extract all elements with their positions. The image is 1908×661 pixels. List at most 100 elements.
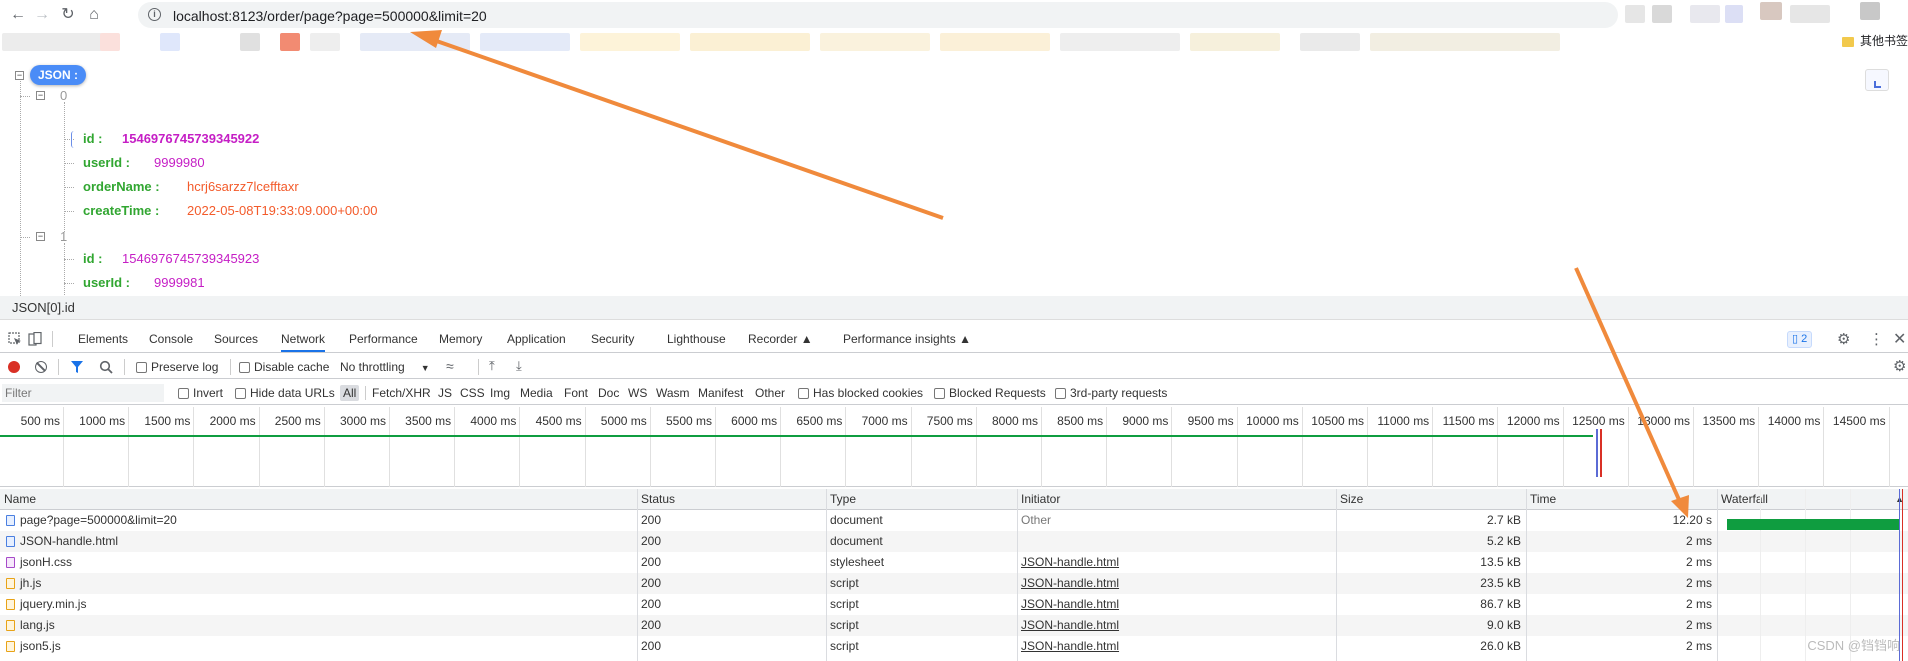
type-filter-manifest[interactable]: Manifest bbox=[698, 386, 743, 400]
bookmark-item[interactable] bbox=[1060, 33, 1180, 51]
invert-checkbox[interactable]: Invert bbox=[178, 386, 223, 400]
checkbox[interactable] bbox=[235, 388, 246, 399]
checkbox[interactable] bbox=[178, 388, 189, 399]
request-name-cell[interactable]: JSON-handle.html bbox=[6, 531, 634, 552]
network-conditions-icon[interactable]: ≈ bbox=[446, 358, 454, 374]
collapse-toggle-icon[interactable]: − bbox=[36, 91, 45, 100]
extension-icon[interactable] bbox=[1725, 5, 1743, 23]
json-value-id[interactable]: 1546976745739345923 bbox=[122, 251, 259, 266]
extension-icon[interactable] bbox=[1760, 2, 1782, 20]
column-header-time[interactable]: Time bbox=[1526, 489, 1717, 510]
request-initiator-cell[interactable]: JSON-handle.html bbox=[1021, 594, 1321, 615]
extension-icon[interactable] bbox=[1790, 5, 1830, 23]
request-name-cell[interactable]: jsonH.css bbox=[6, 552, 634, 573]
column-header-initiator[interactable]: Initiator bbox=[1017, 489, 1336, 510]
request-initiator-cell[interactable]: JSON-handle.html bbox=[1021, 636, 1321, 657]
profile-avatar[interactable] bbox=[1860, 2, 1880, 20]
bookmark-item[interactable] bbox=[940, 33, 1050, 51]
other-bookmarks[interactable]: 其他书签 bbox=[1841, 32, 1908, 50]
filter-input[interactable] bbox=[2, 384, 164, 402]
json-value-createtime[interactable]: 2022-05-08T19:33:09.000+00:00 bbox=[187, 203, 377, 218]
tab-performance[interactable]: Performance bbox=[349, 332, 418, 346]
bookmark-item[interactable] bbox=[100, 33, 120, 51]
json-value-id[interactable]: 1546976745739345922 bbox=[122, 131, 259, 146]
issues-badge[interactable]: ▯ 2 bbox=[1787, 331, 1813, 348]
inspect-element-icon[interactable] bbox=[8, 332, 22, 346]
back-icon[interactable]: ← bbox=[6, 3, 30, 27]
tab-recorder[interactable]: Recorder ▲ bbox=[748, 332, 813, 346]
preserve-log-checkbox[interactable]: Preserve log bbox=[136, 360, 218, 374]
site-info-icon[interactable]: i bbox=[148, 8, 161, 21]
tab-memory[interactable]: Memory bbox=[439, 332, 482, 346]
request-name-cell[interactable]: jh.js bbox=[6, 573, 634, 594]
request-name-cell[interactable]: jquery.min.js bbox=[6, 594, 634, 615]
record-icon[interactable] bbox=[8, 361, 20, 373]
request-name-cell[interactable]: json5.js bbox=[6, 636, 634, 657]
throttling-select[interactable]: No throttling ▼ bbox=[340, 360, 430, 374]
type-filter-wasm[interactable]: Wasm bbox=[656, 386, 690, 400]
type-filter-js[interactable]: JS bbox=[438, 386, 452, 400]
request-initiator-cell[interactable]: JSON-handle.html bbox=[1021, 615, 1321, 636]
filter-icon[interactable] bbox=[70, 360, 84, 374]
type-filter-fetch-xhr[interactable]: Fetch/XHR bbox=[372, 386, 431, 400]
column-header-waterfall[interactable]: Waterfall ▲ bbox=[1717, 489, 1908, 510]
bookmark-item[interactable] bbox=[160, 33, 180, 51]
type-filter-doc[interactable]: Doc bbox=[598, 386, 619, 400]
bookmark-item[interactable] bbox=[280, 33, 300, 51]
tab-security[interactable]: Security bbox=[591, 332, 634, 346]
settings-gear-icon[interactable]: ⚙ bbox=[1837, 330, 1850, 348]
blocked-requests-checkbox[interactable]: Blocked Requests bbox=[934, 386, 1046, 400]
checkbox[interactable] bbox=[1055, 388, 1066, 399]
scroll-to-icon[interactable] bbox=[1865, 69, 1889, 91]
json-root-label[interactable]: JSON : bbox=[30, 65, 87, 85]
network-overview-timeline[interactable]: 500 ms 1000 ms 1500 ms 2000 ms 2500 ms 3000 m… bbox=[0, 407, 1908, 487]
clear-icon[interactable] bbox=[35, 361, 47, 373]
home-icon[interactable]: ⌂ bbox=[82, 3, 106, 27]
bookmark-item[interactable] bbox=[1190, 33, 1280, 51]
request-name-cell[interactable]: page?page=500000&limit=20 bbox=[6, 510, 634, 531]
bookmark-item[interactable] bbox=[820, 33, 930, 51]
tab-sources[interactable]: Sources bbox=[214, 332, 258, 346]
bookmark-item[interactable] bbox=[1300, 33, 1360, 51]
column-header-type[interactable]: Type bbox=[826, 489, 1017, 510]
type-filter-css[interactable]: CSS bbox=[460, 386, 485, 400]
column-header-status[interactable]: Status bbox=[637, 489, 826, 510]
import-har-icon[interactable]: ⤒ bbox=[489, 358, 495, 374]
third-party-requests-checkbox[interactable]: 3rd-party requests bbox=[1055, 386, 1167, 400]
hide-data-urls-checkbox[interactable]: Hide data URLs bbox=[235, 386, 335, 400]
json-value-userid[interactable]: 9999980 bbox=[154, 155, 205, 170]
disable-cache-checkbox[interactable]: Disable cache bbox=[239, 360, 329, 374]
checkbox[interactable] bbox=[136, 362, 147, 373]
bookmark-item[interactable] bbox=[480, 33, 570, 51]
close-devtools-icon[interactable]: ✕ bbox=[1893, 329, 1906, 349]
request-initiator-cell[interactable]: JSON-handle.html bbox=[1021, 552, 1321, 573]
request-row[interactable]: jsonH.css 200 stylesheet JSON-handle.html 13… bbox=[0, 552, 1908, 573]
waterfall-bar[interactable] bbox=[1727, 519, 1899, 530]
type-filter-ws[interactable]: WS bbox=[628, 386, 647, 400]
tab-elements[interactable]: Elements bbox=[78, 332, 128, 346]
bookmark-item[interactable] bbox=[690, 33, 810, 51]
extension-icon[interactable] bbox=[1625, 5, 1645, 23]
request-row[interactable]: page?page=500000&limit=20 200 document Othe… bbox=[0, 510, 1908, 531]
request-name-cell[interactable]: lang.js bbox=[6, 615, 634, 636]
type-filter-media[interactable]: Media bbox=[520, 386, 553, 400]
address-bar[interactable]: i localhost:8123/order/page?page=500000&… bbox=[138, 2, 1618, 28]
checkbox[interactable] bbox=[798, 388, 809, 399]
has-blocked-cookies-checkbox[interactable]: Has blocked cookies bbox=[798, 386, 923, 400]
json-value-ordername[interactable]: hcrj6sarzz7lcefftaxr bbox=[187, 179, 299, 194]
request-row[interactable]: jquery.min.js 200 script JSON-handle.html 86… bbox=[0, 594, 1908, 615]
column-header-size[interactable]: Size bbox=[1336, 489, 1526, 510]
collapse-toggle-icon[interactable]: − bbox=[36, 232, 45, 241]
bookmark-item[interactable] bbox=[310, 33, 340, 51]
reload-icon[interactable]: ↻ bbox=[56, 3, 80, 27]
extension-icon[interactable] bbox=[1690, 5, 1720, 23]
request-row[interactable]: jh.js 200 script JSON-handle.html 23.5 kB 2 m… bbox=[0, 573, 1908, 594]
page-scrollbar[interactable] bbox=[1900, 54, 1908, 296]
tab-performance-insights[interactable]: Performance insights ▲ bbox=[843, 332, 971, 346]
json-value-userid[interactable]: 9999981 bbox=[154, 275, 205, 290]
bookmark-item[interactable] bbox=[2, 33, 102, 51]
bookmark-item[interactable] bbox=[1370, 33, 1560, 51]
bookmark-item[interactable] bbox=[360, 33, 470, 51]
checkbox[interactable] bbox=[239, 362, 250, 373]
collapse-toggle-icon[interactable]: − bbox=[15, 71, 24, 80]
